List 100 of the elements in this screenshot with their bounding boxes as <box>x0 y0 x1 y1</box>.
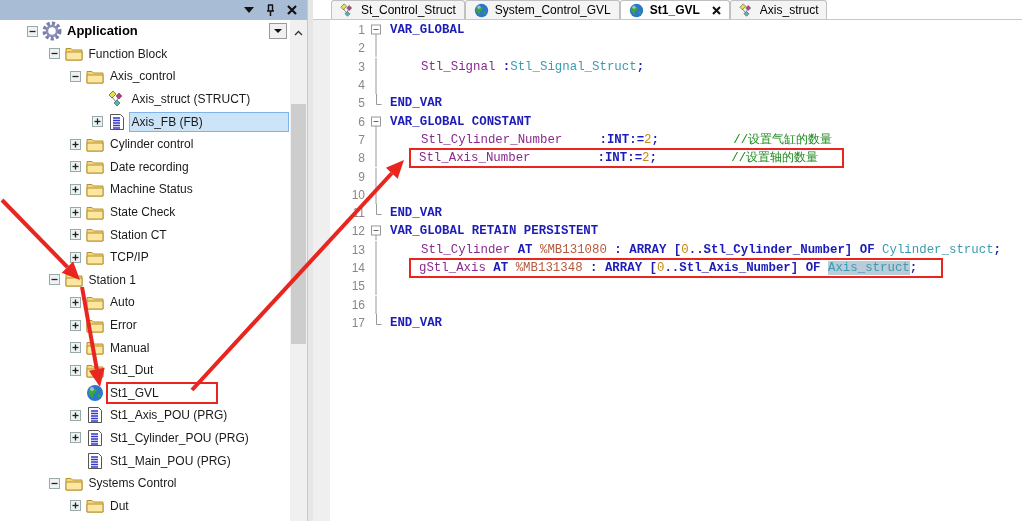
editor-tab[interactable]: St1_GVL <box>619 0 730 19</box>
tree-item[interactable]: Application <box>64 21 141 42</box>
tree-item[interactable]: Date recording <box>107 156 192 177</box>
folder-icon <box>86 204 104 220</box>
expand-toggle[interactable] <box>70 500 81 512</box>
line-number: 8 <box>357 150 366 168</box>
line-number: 5 <box>357 95 366 113</box>
folder-icon <box>86 136 104 152</box>
code-line: END_VAR <box>389 95 444 113</box>
folder-icon <box>86 181 104 197</box>
globe-icon <box>86 383 104 402</box>
expand-toggle[interactable] <box>70 251 81 263</box>
expand-toggle[interactable] <box>70 138 81 150</box>
expand-toggle[interactable] <box>70 229 81 241</box>
expand-toggle[interactable] <box>70 183 81 195</box>
tree-item[interactable]: Axis_struct (STRUCT) <box>128 89 254 110</box>
collapse-toggle[interactable] <box>48 274 60 286</box>
editor-tab[interactable]: Axis_struct <box>729 0 828 19</box>
scroll-up-icon[interactable] <box>294 30 303 36</box>
tree-item[interactable]: Axis_FB (FB) <box>128 111 289 132</box>
expand-toggle[interactable] <box>70 432 81 444</box>
folder-icon <box>86 249 104 265</box>
expand-toggle[interactable] <box>70 319 81 331</box>
line-number: 4 <box>357 77 366 95</box>
close-icon[interactable] <box>287 5 297 15</box>
fold-icon[interactable] <box>371 21 382 40</box>
collapse-toggle[interactable] <box>70 71 81 82</box>
code-line: Stl_Signal :Stl_Signal_Struct; <box>420 58 646 76</box>
line-number: 15 <box>350 278 366 296</box>
fold-icon[interactable] <box>371 222 382 241</box>
tree-item[interactable]: Function Block <box>85 43 171 64</box>
scrollbar[interactable] <box>290 20 307 521</box>
expand-toggle[interactable] <box>70 364 81 376</box>
folder-icon <box>86 498 104 514</box>
tree-item[interactable]: Error <box>107 315 140 335</box>
line-number: 16 <box>350 296 366 314</box>
fold-end-line <box>375 203 382 215</box>
dropdown-button[interactable] <box>269 23 287 39</box>
tree-item[interactable]: Machine Status <box>107 179 196 200</box>
expand-toggle[interactable] <box>70 342 81 354</box>
tree-item[interactable]: St1_Main_POU (PRG) <box>107 450 234 471</box>
tree-item[interactable]: St1_Cylinder_POU (PRG) <box>107 428 252 448</box>
struct-icon <box>340 2 355 18</box>
tree-item[interactable]: Station CT <box>107 224 170 245</box>
globe-icon <box>473 2 489 18</box>
code-line: END_VAR <box>389 314 444 332</box>
tree-item[interactable]: Auto <box>107 292 138 313</box>
code-line: Stl_Cylinder_Number :INT:=2; //设置气缸的数量 <box>420 131 834 149</box>
scrollbar-thumb[interactable] <box>291 104 306 344</box>
document-icon <box>87 429 103 447</box>
tree-item[interactable]: St1_Axis_POU (PRG) <box>107 405 231 426</box>
code-line: VAR_GLOBAL <box>389 22 466 40</box>
code-line: END_VAR <box>389 205 444 223</box>
code-line: Stl_Cylinder AT %MB131080 : ARRAY [0..Stl_Cylinder_Number] OF Cylinder_struct; <box>420 241 1002 259</box>
pin-icon[interactable] <box>266 4 275 16</box>
code-line: VAR_GLOBAL RETAIN PERSISTENT <box>389 223 600 241</box>
expand-toggle[interactable] <box>70 161 81 173</box>
folder-icon <box>86 317 104 333</box>
tree-item[interactable]: Station 1 <box>85 269 139 290</box>
editor-tab[interactable]: System_Control_GVL <box>464 0 620 19</box>
tree-item[interactable]: St1_GVL <box>107 382 217 403</box>
line-number: 17 <box>350 314 366 332</box>
close-icon[interactable] <box>711 5 721 15</box>
collapse-toggle[interactable] <box>48 477 60 489</box>
line-number: 9 <box>357 168 366 186</box>
line-number: 12 <box>350 223 366 241</box>
document-icon <box>108 112 125 131</box>
line-number: 10 <box>350 186 366 204</box>
editor-tab[interactable]: St_Control_Struct <box>331 0 465 19</box>
globe-icon <box>628 2 644 18</box>
collapse-toggle[interactable] <box>27 25 38 37</box>
gear-icon <box>42 21 62 42</box>
document-icon <box>87 451 103 470</box>
line-number: 3 <box>357 58 366 76</box>
tree-item[interactable]: St1_Dut <box>107 360 157 381</box>
folder-icon <box>86 227 104 243</box>
expand-toggle[interactable] <box>91 116 103 128</box>
expand-toggle[interactable] <box>70 409 81 421</box>
folder-icon <box>86 69 104 84</box>
tree-item[interactable]: State Check <box>107 202 179 223</box>
tree-item[interactable]: Axis_control <box>107 66 179 87</box>
line-number: 13 <box>350 241 366 259</box>
collapse-toggle[interactable] <box>48 48 60 60</box>
tree-item[interactable]: TCP/IP <box>107 247 152 268</box>
line-number: 2 <box>357 40 366 58</box>
folder-icon <box>64 475 83 491</box>
fold-end-line <box>375 94 382 106</box>
folder-icon <box>86 159 104 175</box>
expand-toggle[interactable] <box>70 296 81 308</box>
struct-icon <box>738 2 754 18</box>
dropdown-icon[interactable] <box>244 7 254 13</box>
tree-item[interactable]: Manual <box>107 337 153 358</box>
folder-icon <box>86 294 104 310</box>
code-line: VAR_GLOBAL CONSTANT <box>389 113 533 131</box>
line-number: 6 <box>357 113 366 131</box>
tree-item[interactable]: Cylinder control <box>107 134 197 155</box>
expand-toggle[interactable] <box>70 206 81 218</box>
line-number: 14 <box>350 260 366 277</box>
tree-item[interactable]: Dut <box>107 495 132 516</box>
tree-item[interactable]: Systems Control <box>85 473 180 494</box>
